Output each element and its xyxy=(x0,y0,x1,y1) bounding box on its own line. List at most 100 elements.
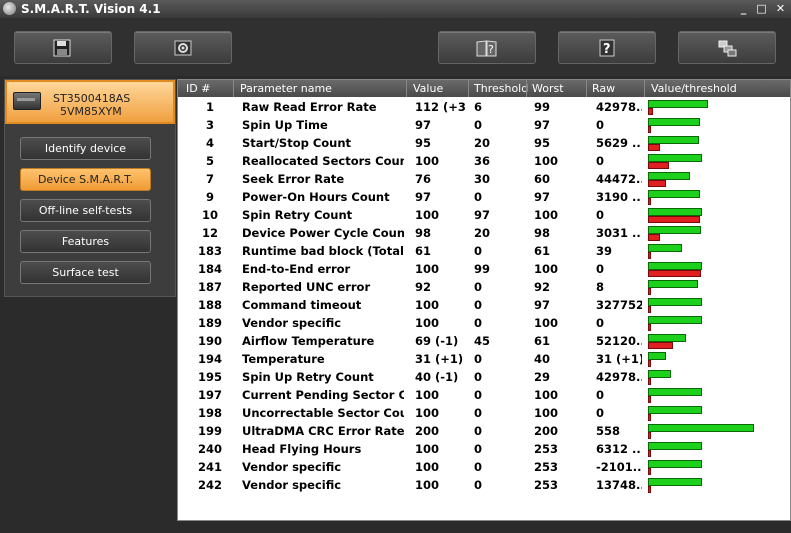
cell-name: Command timeout xyxy=(242,298,362,312)
maximize-button[interactable]: □ xyxy=(754,2,769,15)
cell-id: 7 xyxy=(205,172,214,186)
close-button[interactable]: ✕ xyxy=(773,2,788,15)
cell-id: 3 xyxy=(205,118,214,132)
cell-worst: 95 xyxy=(534,136,551,150)
cell-id: 188 xyxy=(198,298,222,312)
cell-threshold: 0 xyxy=(474,388,483,402)
windows-button[interactable] xyxy=(678,31,776,64)
hard-drive-icon xyxy=(13,92,41,110)
cell-threshold: 20 xyxy=(474,136,491,150)
table-row[interactable]: 197 Current Pending Sector C... 100 0 100 0 xyxy=(178,386,790,404)
col-value-threshold[interactable]: Value/threshold xyxy=(651,82,737,95)
col-raw[interactable]: Raw xyxy=(592,82,615,95)
cell-worst: 98 xyxy=(534,226,551,240)
cell-name: Current Pending Sector C... xyxy=(242,388,404,402)
table-row[interactable]: 10 Spin Retry Count 100 97 100 0 xyxy=(178,206,790,224)
table-row[interactable]: 9 Power-On Hours Count 97 0 97 3190 ... xyxy=(178,188,790,206)
table-row[interactable]: 199 UltraDMA CRC Error Rate 200 0 200 558 xyxy=(178,422,790,440)
threshold-bar xyxy=(648,234,660,241)
threshold-bar xyxy=(648,288,651,295)
table-row[interactable]: 188 Command timeout 100 0 97 327752 xyxy=(178,296,790,314)
nav-features[interactable]: Features xyxy=(20,230,151,253)
cell-raw: 52120... xyxy=(596,334,642,348)
cell-worst: 100 xyxy=(534,316,559,330)
floppy-save-icon xyxy=(53,39,71,56)
about-button[interactable]: ? xyxy=(558,31,656,64)
cell-value: 76 xyxy=(415,172,432,186)
help-book-button[interactable]: ? xyxy=(438,31,536,64)
cell-threshold: 0 xyxy=(474,406,483,420)
table-row[interactable]: 5 Reallocated Sectors Count 100 36 100 0 xyxy=(178,152,790,170)
nav-offline-self-tests[interactable]: Off-line self-tests xyxy=(20,199,151,222)
cell-value: 31 (+1) xyxy=(415,352,464,366)
table-row[interactable]: 1 Raw Read Error Rate 112 (+3) 6 99 42978... xyxy=(178,98,790,116)
table-row[interactable]: 12 Device Power Cycle Count 98 20 98 3031 ... xyxy=(178,224,790,242)
table-row[interactable]: 184 End-to-End error 100 99 100 0 xyxy=(178,260,790,278)
cell-raw: 5629 ... xyxy=(596,136,642,150)
cell-threshold: 20 xyxy=(474,226,491,240)
table-row[interactable]: 241 Vendor specific 100 0 253 -2101... xyxy=(178,458,790,476)
cell-value: 100 xyxy=(415,208,440,222)
col-value[interactable]: Value xyxy=(413,82,443,95)
table-row[interactable]: 183 Runtime bad block (Total) 61 0 61 39 xyxy=(178,242,790,260)
threshold-bar xyxy=(648,162,669,169)
col-id[interactable]: ID # xyxy=(186,82,210,95)
cell-value: 100 xyxy=(415,298,440,312)
threshold-bar xyxy=(648,360,651,367)
threshold-bar xyxy=(648,126,651,133)
settings-button[interactable] xyxy=(134,31,232,64)
table-row[interactable]: 4 Start/Stop Count 95 20 95 5629 ... xyxy=(178,134,790,152)
table-row[interactable]: 7 Seek Error Rate 76 30 60 44472... xyxy=(178,170,790,188)
table-row[interactable]: 3 Spin Up Time 97 0 97 0 xyxy=(178,116,790,134)
threshold-bar xyxy=(648,108,653,115)
cell-raw: 0 xyxy=(596,262,605,276)
cell-name: Start/Stop Count xyxy=(242,136,352,150)
threshold-bar xyxy=(648,252,651,259)
cell-worst: 253 xyxy=(534,478,559,492)
table-row[interactable]: 198 Uncorrectable Sector Count 100 0 100 0 xyxy=(178,404,790,422)
cell-name: Device Power Cycle Count xyxy=(242,226,404,240)
save-button[interactable] xyxy=(14,31,112,64)
cell-id: 199 xyxy=(198,424,222,438)
nav-identify-device[interactable]: Identify device xyxy=(20,137,151,160)
cell-threshold: 0 xyxy=(474,298,483,312)
nav-device-smart[interactable]: Device S.M.A.R.T. xyxy=(20,168,151,191)
device-selector[interactable]: ST3500418AS 5VM85XYM xyxy=(5,80,175,124)
cell-id: 194 xyxy=(198,352,222,366)
cell-threshold: 0 xyxy=(474,280,483,294)
col-parameter-name[interactable]: Parameter name xyxy=(240,82,332,95)
col-worst[interactable]: Worst xyxy=(532,82,564,95)
cell-name: End-to-End error xyxy=(242,262,351,276)
cell-worst: 97 xyxy=(534,118,551,132)
cell-value: 112 (+3) xyxy=(415,100,467,114)
table-row[interactable]: 189 Vendor specific 100 0 100 0 xyxy=(178,314,790,332)
device-serial: 5VM85XYM xyxy=(60,105,122,118)
minimize-button[interactable]: _ xyxy=(736,2,751,15)
table-row[interactable]: 240 Head Flying Hours 100 0 253 6312 ... xyxy=(178,440,790,458)
cell-raw: 327752 xyxy=(596,298,642,312)
table-row[interactable]: 187 Reported UNC error 92 0 92 8 xyxy=(178,278,790,296)
cell-name: Uncorrectable Sector Count xyxy=(242,406,404,420)
cell-name: Raw Read Error Rate xyxy=(242,100,377,114)
cell-value: 97 xyxy=(415,190,432,204)
cell-value: 100 xyxy=(415,442,440,456)
cell-threshold: 97 xyxy=(474,208,491,222)
value-bar xyxy=(648,460,702,468)
cell-name: Reallocated Sectors Count xyxy=(242,154,404,168)
table-row[interactable]: 194 Temperature 31 (+1) 0 40 31 (+1) xyxy=(178,350,790,368)
threshold-bar xyxy=(648,270,701,277)
threshold-bar xyxy=(648,396,651,403)
nav-surface-test[interactable]: Surface test xyxy=(20,261,151,284)
cell-raw: 6312 ... xyxy=(596,442,642,456)
cell-worst: 92 xyxy=(534,280,551,294)
cell-id: 10 xyxy=(201,208,218,222)
value-bar xyxy=(648,100,708,108)
value-bar xyxy=(648,442,702,450)
svg-text:?: ? xyxy=(488,43,494,56)
table-row[interactable]: 242 Vendor specific 100 0 253 13748... xyxy=(178,476,790,494)
cell-raw: -2101... xyxy=(596,460,642,474)
table-row[interactable]: 195 Spin Up Retry Count 40 (-1) 0 29 42978... xyxy=(178,368,790,386)
smart-table: ID # Parameter name Value Threshold Wors… xyxy=(177,79,791,521)
table-row[interactable]: 190 Airflow Temperature 69 (-1) 45 61 52120..… xyxy=(178,332,790,350)
col-threshold[interactable]: Threshold xyxy=(474,82,528,95)
